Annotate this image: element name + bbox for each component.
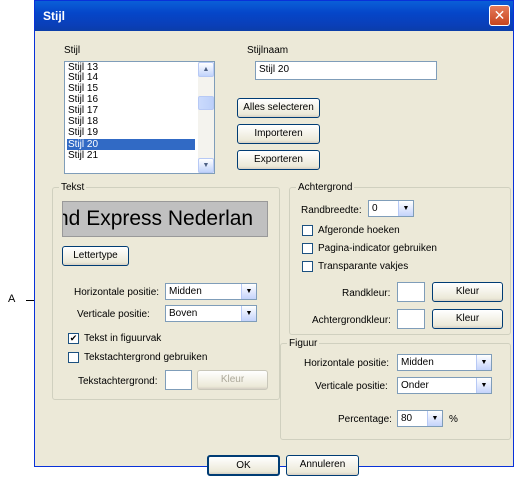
import-button[interactable]: Importeren [237, 124, 320, 144]
rounded-corners-label: Afgeronde hoeken [318, 225, 400, 236]
stijlnaam-label: Stijlnaam [247, 45, 289, 56]
text-in-frame-checkbox[interactable]: ✔ [68, 333, 79, 344]
text-background-swatch [165, 370, 192, 390]
page-indicator-label: Pagina-indicator gebruiken [318, 243, 437, 254]
stijl-listbox[interactable]: Stijl 13 Stijl 14 Stijl 15 Stijl 16 Stij… [64, 61, 215, 174]
text-vertical-value: Boven [169, 308, 198, 319]
preview-text: nd Express Nederlan [62, 207, 254, 230]
rounded-corners-checkbox[interactable] [302, 225, 313, 236]
figure-horizontal-label: Horizontale positie: [304, 358, 390, 369]
border-width-select[interactable]: 0 ▼ [368, 200, 414, 217]
list-item[interactable]: Stijl 18 [67, 117, 98, 127]
figure-horizontal-value: Midden [401, 357, 434, 368]
callout-label: A [8, 293, 16, 305]
percentage-label: Percentage: [338, 414, 392, 425]
achtergrond-group-title: Achtergrond [296, 182, 355, 193]
text-in-frame-label: Tekst in figuurvak [84, 333, 162, 344]
list-item[interactable]: Stijl 14 [67, 73, 98, 83]
transparent-boxes-label: Transparante vakjes [318, 261, 409, 272]
background-color-button[interactable]: Kleur [432, 309, 503, 329]
dropdown-arrow-icon: ▼ [427, 411, 442, 426]
list-item-selected[interactable]: Stijl 20 [67, 139, 195, 150]
text-background-color-button[interactable]: Kleur [197, 370, 268, 390]
transparent-boxes-checkbox[interactable] [302, 261, 313, 272]
figure-vertical-select[interactable]: Onder ▼ [397, 377, 492, 394]
scroll-down-button[interactable]: ▼ [198, 158, 214, 173]
text-vertical-label: Verticale positie: [77, 309, 150, 320]
stijl-label: Stijl [64, 45, 81, 56]
figure-vertical-label: Verticale positie: [315, 381, 388, 392]
figuur-group-title: Figuur [287, 338, 320, 349]
border-width-value: 0 [372, 203, 378, 214]
percentage-value: 80 [401, 413, 413, 424]
ok-button[interactable]: OK [207, 455, 280, 476]
border-color-label: Randkleur: [342, 288, 391, 299]
list-scrollbar[interactable]: ▲ ▼ [198, 62, 214, 173]
select-all-button[interactable]: Alles selecteren [237, 98, 320, 118]
export-button[interactable]: Exporteren [237, 150, 320, 170]
text-background-label: Tekstachtergrond: [78, 376, 158, 387]
border-width-label: Randbreedte: [301, 205, 362, 216]
list-item[interactable]: Stijl 15 [67, 84, 98, 94]
dropdown-arrow-icon: ▼ [241, 284, 256, 299]
cancel-button[interactable]: Annuleren [286, 455, 359, 476]
scroll-thumb[interactable] [198, 96, 214, 110]
page-indicator-checkbox[interactable] [302, 243, 313, 254]
title-bar[interactable]: Stijl ✕ [35, 1, 513, 31]
text-preview: nd Express Nederlan [62, 201, 268, 237]
close-button[interactable]: ✕ [489, 5, 510, 26]
chevron-up-icon: ▲ [202, 66, 210, 73]
scroll-up-button[interactable]: ▲ [198, 62, 214, 77]
dropdown-arrow-icon: ▼ [476, 378, 491, 393]
window-title: Stijl [43, 9, 66, 23]
close-icon: ✕ [493, 7, 506, 23]
dropdown-arrow-icon: ▼ [398, 201, 413, 216]
figure-vertical-value: Onder [401, 380, 429, 391]
use-background-checkbox[interactable] [68, 352, 79, 363]
stijlnaam-input[interactable]: Stijl 20 [255, 61, 437, 80]
percentage-unit: % [449, 414, 458, 425]
list-item[interactable]: Stijl 21 [67, 151, 98, 161]
border-color-swatch [397, 282, 425, 302]
dropdown-arrow-icon: ▼ [241, 306, 256, 321]
list-item[interactable]: Stijl 19 [67, 128, 98, 138]
font-button[interactable]: Lettertype [62, 246, 129, 266]
list-item[interactable]: Stijl 16 [67, 95, 98, 105]
text-vertical-select[interactable]: Boven ▼ [165, 305, 257, 322]
check-icon: ✔ [69, 333, 78, 343]
tekst-group-title: Tekst [59, 182, 87, 193]
text-horizontal-label: Horizontale positie: [74, 287, 160, 298]
text-horizontal-select[interactable]: Midden ▼ [165, 283, 257, 300]
list-item[interactable]: Stijl 13 [67, 63, 98, 73]
dropdown-arrow-icon: ▼ [476, 355, 491, 370]
background-color-swatch [397, 309, 425, 329]
text-horizontal-value: Midden [169, 286, 202, 297]
figure-horizontal-select[interactable]: Midden ▼ [397, 354, 492, 371]
background-color-label: Achtergrondkleur: [312, 315, 391, 326]
percentage-select[interactable]: 80 ▼ [397, 410, 443, 427]
border-color-button[interactable]: Kleur [432, 282, 503, 302]
chevron-down-icon: ▼ [202, 162, 210, 169]
list-item[interactable]: Stijl 17 [67, 106, 98, 116]
use-background-label: Tekstachtergrond gebruiken [84, 352, 208, 363]
